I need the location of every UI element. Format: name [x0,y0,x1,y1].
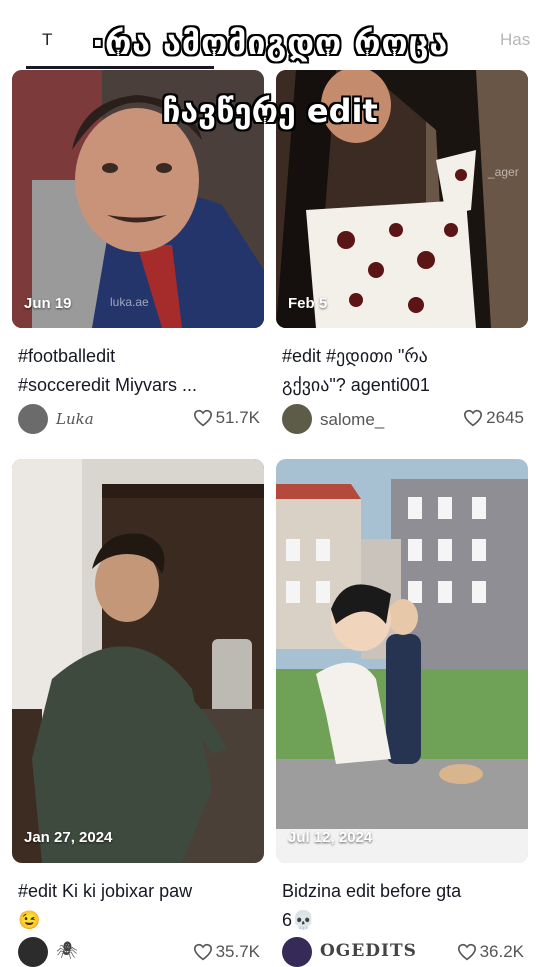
video-description[interactable]: #footballedit #socceredit Miyvars ... [18,342,266,400]
heart-icon [193,409,212,427]
post-date: Jun 19 [24,295,72,312]
thumbnail-image [276,459,528,863]
heart-icon [464,409,483,427]
like-count: 35.7K [193,942,260,962]
video-description[interactable]: Bidzina edit before gta 6💀 [282,877,530,935]
like-count-value: 36.2K [479,942,524,961]
description-line: #footballedit [18,346,116,366]
like-count: 51.7K [193,408,260,428]
video-thumbnail[interactable]: Jan 27, 2024 [12,459,264,863]
post-date: Jul 12, 2024 [288,829,373,846]
like-count-value: 51.7K [215,408,260,427]
description-line: #edit #ედითი "რა [282,346,428,366]
watermark: _ager [488,165,519,179]
author-name[interactable]: Luka [56,410,94,428]
author-name[interactable]: salome_ [320,410,384,430]
heart-icon [457,943,476,961]
avatar[interactable] [18,937,48,967]
spider-icon: 🕷 [56,941,78,960]
description-line: #socceredit Miyvars ... [18,375,198,395]
avatar[interactable] [282,404,312,434]
overlay-caption-line: ·რა ამომიგდო როცა [91,24,449,62]
watermark: luka.ae [110,295,149,309]
video-thumbnail[interactable]: Jul 12, 2024 [276,459,528,863]
active-tab-indicator [26,66,214,69]
like-count-value: 35.7K [215,942,260,961]
description-line: #edit Ki ki jobixar paw [18,881,193,901]
overlay-caption-line: ჩავწერე edit [162,92,378,130]
avatar[interactable] [282,937,312,967]
heart-icon [193,943,212,961]
author-name[interactable]: OGEDITS [320,941,417,961]
description-line: 6💀 [282,910,315,930]
like-count: 36.2K [457,942,524,962]
thumbnail-image [12,459,264,863]
avatar[interactable] [18,404,48,434]
video-card[interactable]: Jan 27, 2024 #edit Ki ki jobixar paw 😉 🕷… [12,459,266,967]
video-description[interactable]: #edit Ki ki jobixar paw 😉 [18,877,266,935]
description-line: გქვია"? agenti001 [282,375,430,395]
post-date: Jan 27, 2024 [24,829,113,846]
video-description[interactable]: #edit #ედითი "რა გქვია"? agenti001 [282,342,530,400]
like-count: 2645 [463,408,524,428]
description-line: Bidzina edit before gta [282,881,462,901]
post-date: Feb 5 [288,295,328,312]
description-line: 😉 [18,910,41,930]
like-count-value: 2645 [486,408,524,427]
video-card[interactable]: Jul 12, 2024 Bidzina edit before gta 6💀 … [276,459,530,967]
